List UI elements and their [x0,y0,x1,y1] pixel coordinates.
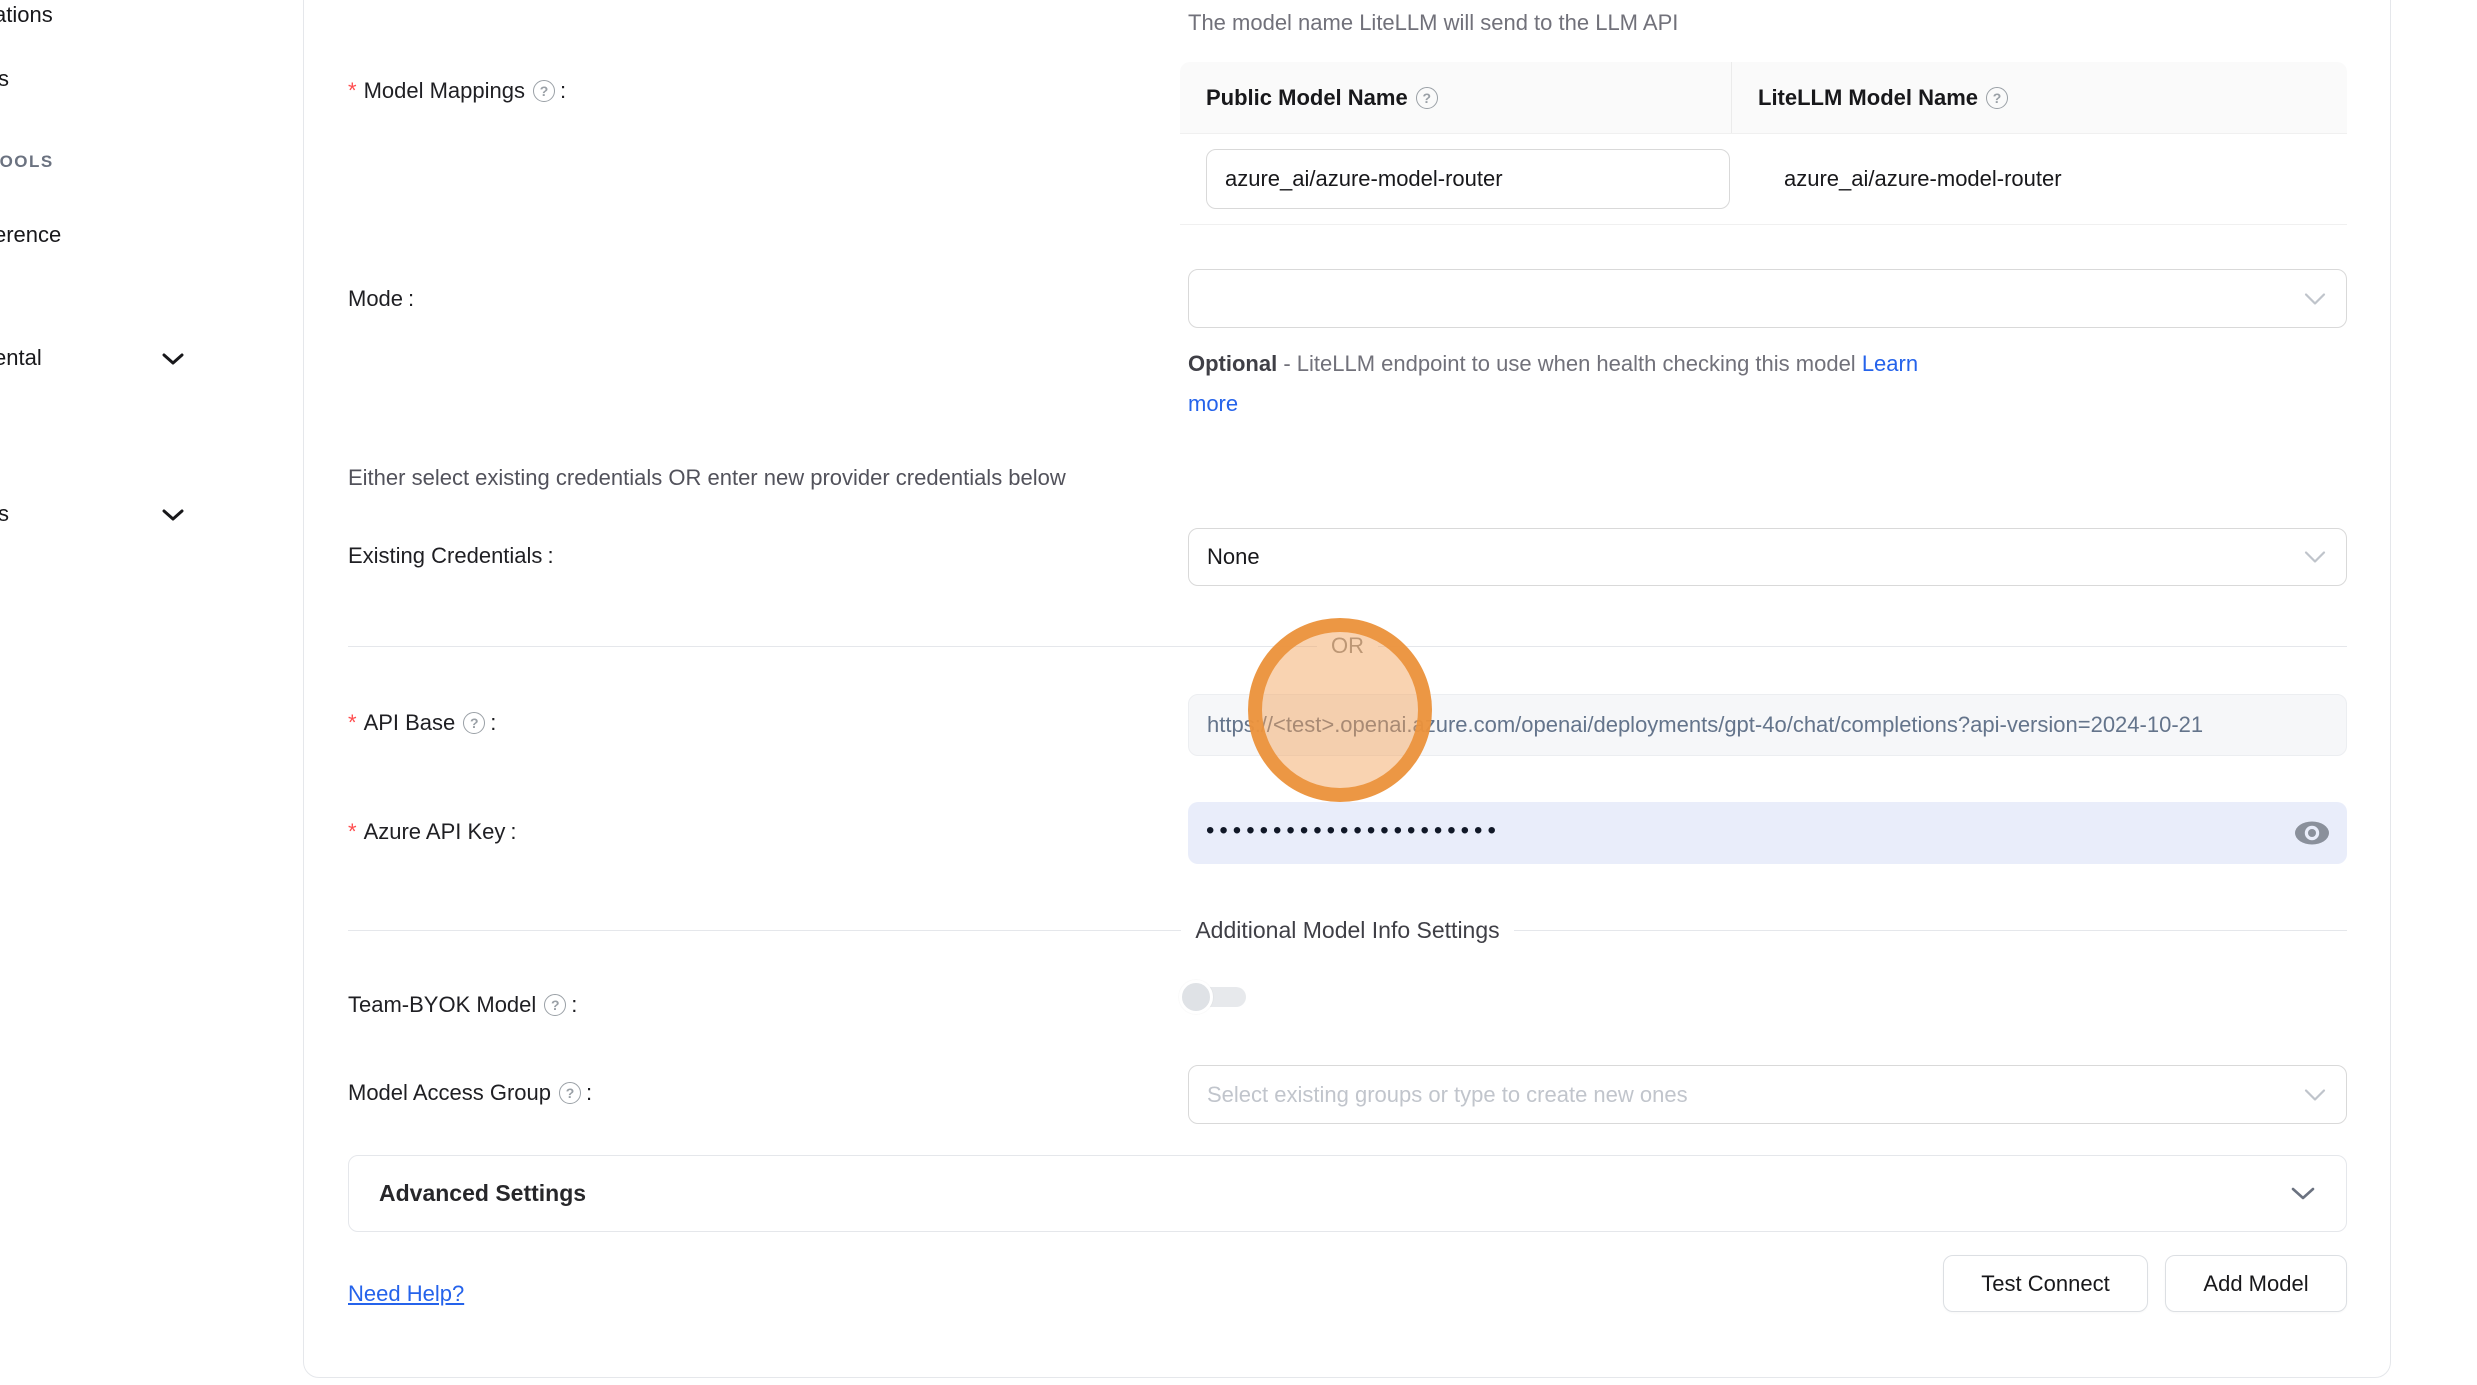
existing-credentials-select[interactable]: None [1188,528,2347,586]
additional-info-divider-text: Additional Model Info Settings [1181,917,1513,944]
question-circle-icon[interactable] [463,712,485,734]
masked-password: •••••••••••••••••••••• [1206,819,1501,843]
team-byok-toggle[interactable] [1179,979,1249,1015]
team-byok-label: Team-BYOK Model : [348,992,577,1018]
sidebar-item-ations[interactable]: ations [0,2,53,28]
chevron-down-icon [2304,551,2326,564]
need-help-link[interactable]: Need Help? [348,1281,464,1307]
api-base-label: * API Base : [348,710,496,736]
question-circle-icon[interactable] [533,80,555,102]
model-mappings-table: Public Model Name LiteLLM Model Name azu… [1180,62,2347,225]
learn-more-link[interactable]: more [1188,391,1238,416]
chevron-down-icon [2304,1088,2326,1101]
public-model-name-header: Public Model Name [1180,62,1732,133]
chevron-down-icon[interactable] [162,508,184,522]
question-circle-icon[interactable] [559,1082,581,1104]
sidebar-item-ental[interactable]: ental [0,345,42,371]
mode-select[interactable] [1188,269,2347,328]
advanced-settings-title: Advanced Settings [379,1180,586,1207]
eye-icon[interactable] [2293,818,2331,848]
public-model-name-input[interactable] [1206,149,1730,209]
table-header-row: Public Model Name LiteLLM Model Name [1180,62,2347,134]
learn-more-link[interactable]: Learn [1862,351,1918,376]
model-mappings-label: * Model Mappings : [348,78,566,104]
required-asterisk: * [348,78,357,104]
advanced-settings-panel[interactable]: Advanced Settings [348,1155,2347,1232]
model-name-help-text: The model name LiteLLM will send to the … [1188,10,1678,36]
chevron-down-icon [2290,1186,2316,1201]
azure-api-key-label: * Azure API Key : [348,819,517,845]
required-asterisk: * [348,819,357,845]
mode-help-text: Optional - LiteLLM endpoint to use when … [1188,344,2020,424]
question-circle-icon[interactable] [1416,87,1438,109]
azure-api-key-input[interactable]: •••••••••••••••••••••• [1188,802,2347,864]
table-row: azure_ai/azure-model-router [1180,134,2347,224]
mode-label: Mode : [348,286,414,312]
model-access-group-label: Model Access Group : [348,1080,592,1106]
click-highlight-circle [1248,618,1432,802]
toggle-knob [1179,980,1213,1014]
litellm-model-name-value: azure_ai/azure-model-router [1784,166,2062,192]
add-model-button[interactable]: Add Model [2165,1255,2347,1312]
credentials-note: Either select existing credentials OR en… [348,465,1066,491]
sidebar-item-s1[interactable]: s [0,66,9,92]
required-asterisk: * [348,710,357,736]
litellm-model-name-header: LiteLLM Model Name [1732,62,2347,133]
sidebar-section-tools: TOOLS [0,152,54,172]
select-placeholder: Select existing groups or type to create… [1207,1082,1688,1108]
question-circle-icon[interactable] [1986,87,2008,109]
chevron-down-icon [2304,292,2326,305]
model-access-group-select[interactable]: Select existing groups or type to create… [1188,1065,2347,1124]
chevron-down-icon[interactable] [162,352,184,366]
test-connect-button[interactable]: Test Connect [1943,1255,2148,1312]
existing-credentials-label: Existing Credentials : [348,543,554,569]
question-circle-icon[interactable] [544,994,566,1016]
sidebar-item-erence[interactable]: erence [0,222,61,248]
additional-info-divider: Additional Model Info Settings [348,914,2347,946]
sidebar-item-s2[interactable]: s [0,501,9,527]
